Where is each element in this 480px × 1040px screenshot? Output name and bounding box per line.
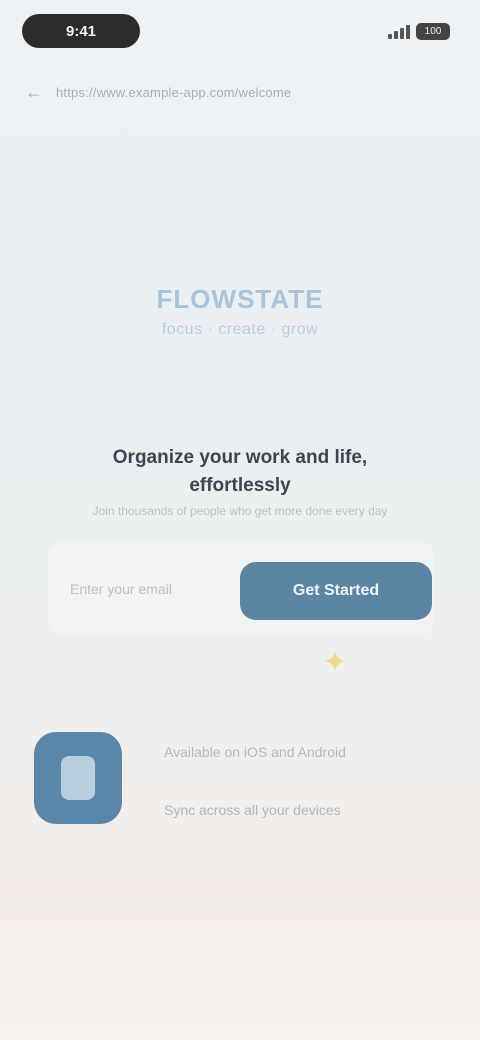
url-text[interactable]: https://www.example-app.com/welcome (56, 85, 291, 100)
feature-line-1: Available on iOS and Android (164, 744, 346, 760)
hero-subline: Join thousands of people who get more do… (92, 504, 388, 518)
browser-url-bar[interactable]: ← https://www.example-app.com/welcome (24, 76, 456, 108)
feature-line-2: Sync across all your devices (164, 802, 341, 818)
status-indicators: 100 (388, 18, 450, 44)
hero-headline: Organize your work and life, effortlessl… (112, 447, 368, 496)
phone-glyph (61, 756, 95, 800)
get-started-button[interactable]: Get Started (240, 562, 432, 620)
feature-row: Available on iOS and Android Sync across… (34, 732, 454, 828)
brand-name: FLOWSTATE (156, 283, 324, 314)
battery-icon: 100 (416, 22, 450, 40)
status-bar: 9:41 100 (0, 0, 480, 64)
email-input[interactable] (60, 566, 236, 612)
sparkle-icon: ✦ (322, 646, 348, 679)
brand-tagline: focus · create · grow (161, 320, 319, 338)
signal-icon (388, 23, 410, 39)
back-arrow-icon[interactable]: ← (24, 82, 44, 103)
status-time: 9:41 (22, 14, 140, 48)
brand-logo: FLOWSTATE focus · create · grow (120, 278, 360, 344)
phone-app-icon (34, 732, 122, 824)
